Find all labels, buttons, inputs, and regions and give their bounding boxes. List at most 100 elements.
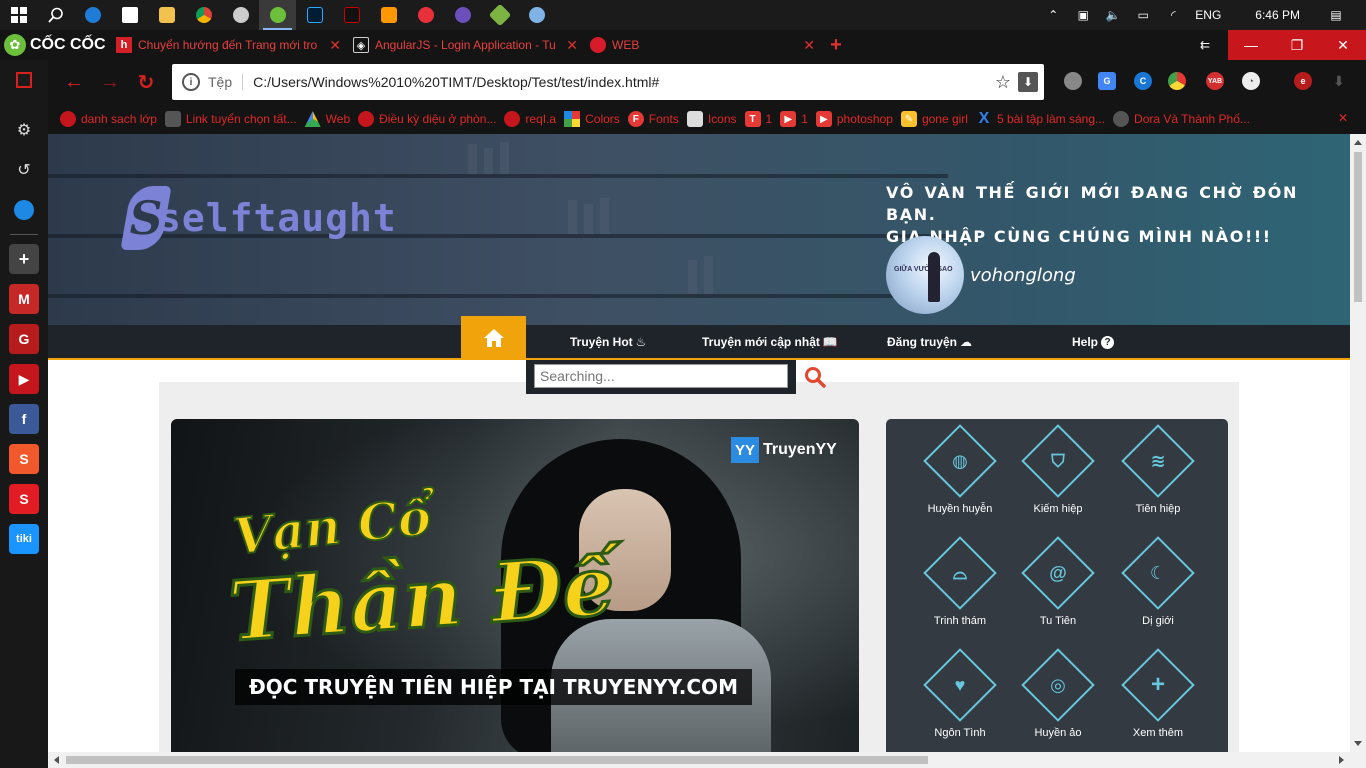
sidebar-toggle-icon[interactable] [0, 60, 48, 100]
genre-tien-hiep[interactable]: ≋ Tiên hiệp [1108, 419, 1208, 531]
bookmark-item[interactable]: danh sach lớp [60, 111, 157, 127]
url-text[interactable]: C:/Users/Windows%2010%20TIMT/Desktop/Tes… [253, 74, 988, 90]
reload-icon[interactable]: ↻ [128, 64, 164, 100]
chrome-icon[interactable] [185, 0, 222, 30]
notes-tray-icon[interactable]: ▣ [1075, 8, 1091, 22]
search-input[interactable] [534, 364, 788, 388]
back-arrow-icon[interactable]: ← [56, 64, 92, 100]
genre-kiem-hiep[interactable]: ⛉ Kiếm hiệp [1008, 419, 1108, 531]
bookmark-item[interactable]: ▶ 1 [780, 111, 808, 127]
add-shortcut-button[interactable]: + [0, 239, 48, 279]
game-icon[interactable] [333, 0, 370, 30]
scrollbar-thumb[interactable] [1354, 152, 1362, 302]
wifi-icon[interactable]: ◜ [1165, 8, 1181, 22]
download-icon[interactable]: ⬇ [1018, 72, 1038, 92]
translate-icon[interactable]: G [1098, 72, 1116, 90]
youtube-icon[interactable]: ▶ [0, 359, 48, 399]
download-arrow-icon[interactable]: ⬇ [1330, 72, 1348, 90]
bookmark-item[interactable]: reqI.a [504, 111, 556, 127]
genre-xem-them[interactable]: + Xem thêm [1108, 643, 1208, 752]
genre-trinh-tham[interactable]: ⌓ Trinh thám [910, 531, 1010, 643]
messenger-icon[interactable] [0, 190, 48, 230]
extension-gray-icon[interactable] [1064, 72, 1082, 90]
bookmark-item[interactable]: ✎ gone girl [900, 111, 968, 127]
scroll-right-arrow-icon[interactable] [1339, 756, 1344, 764]
maximize-button[interactable]: ❐ [1274, 30, 1320, 60]
coccoc-taskbar-icon[interactable] [259, 0, 296, 30]
extension-clock-icon[interactable]: ◔ [1242, 72, 1260, 90]
app-git-icon[interactable] [481, 0, 518, 30]
gmail-icon[interactable]: M [0, 279, 48, 319]
nav-truyen-moi-cap-nhat[interactable]: Truyện mới cập nhật 📖 [702, 335, 838, 349]
site-logo[interactable]: S selftaught [120, 186, 397, 250]
extension-colorful-icon[interactable] [1168, 72, 1186, 90]
scroll-left-arrow-icon[interactable] [54, 756, 59, 764]
bookmark-item[interactable]: T1 [744, 111, 772, 127]
genre-huyen-ao[interactable]: ◎ Huyền ảo [1008, 643, 1108, 752]
windows-start-icon[interactable] [0, 0, 37, 30]
genre-ngon-tinh[interactable]: ♥ Ngôn Tình [910, 643, 1010, 752]
address-bar[interactable]: i Tệp C:/Users/Windows%2010%20TIMT/Deskt… [172, 64, 1044, 100]
tiki-icon[interactable]: tiki [0, 519, 48, 559]
bookmark-item[interactable]: Web [304, 111, 350, 127]
edge-icon[interactable] [74, 0, 111, 30]
chevron-up-icon[interactable]: ⌃ [1045, 8, 1061, 22]
close-icon[interactable]: ✕ [1338, 111, 1348, 125]
minimize-button[interactable]: — [1228, 30, 1274, 60]
close-tab-icon[interactable]: ✕ [329, 37, 341, 54]
app-red-icon[interactable] [407, 0, 444, 30]
sublime-icon[interactable] [370, 0, 407, 30]
battery-icon[interactable]: ▭ [1135, 8, 1151, 22]
extension-c-icon[interactable]: C [1134, 72, 1152, 90]
scroll-down-arrow-icon[interactable] [1354, 741, 1362, 746]
facebook-icon[interactable]: f [0, 399, 48, 439]
close-tab-icon[interactable]: ✕ [566, 37, 578, 54]
language-indicator[interactable]: ENG [1195, 8, 1221, 22]
nav-help[interactable]: Help ? [1072, 335, 1115, 349]
tab-1[interactable]: h Chuyển hướng đến Trang mới tro ✕ [110, 30, 347, 60]
info-icon[interactable]: i [182, 73, 200, 91]
shopee-icon[interactable]: S [0, 439, 48, 479]
user-profile[interactable]: GIỮA VƯỜN SAO vohonglong [886, 236, 1076, 314]
app-purple-icon[interactable] [444, 0, 481, 30]
tab-list-icon[interactable]: ⇇ [1182, 30, 1228, 60]
tab-3[interactable]: WEB ✕ [584, 30, 821, 60]
bookmark-item[interactable]: Icons [686, 111, 737, 127]
scrollbar-thumb[interactable] [66, 756, 928, 764]
close-window-button[interactable]: ✕ [1320, 30, 1366, 60]
volume-icon[interactable]: 🔈 [1105, 8, 1121, 22]
home-button[interactable] [461, 316, 526, 360]
store-icon[interactable] [111, 0, 148, 30]
steam-icon[interactable] [222, 0, 259, 30]
history-icon[interactable]: ↺ [0, 150, 48, 190]
clock[interactable]: 6:46 PM [1255, 8, 1300, 22]
file-explorer-icon[interactable] [148, 0, 185, 30]
forward-arrow-icon[interactable]: → [92, 64, 128, 100]
nav-truyen-hot[interactable]: Truyện Hot ♨ [570, 335, 646, 349]
genre-di-gioi[interactable]: ☾ Dị giới [1108, 531, 1208, 643]
genre-huyen-huyen[interactable]: ◍ Huyền huyễn [910, 419, 1010, 531]
photoshop-icon[interactable] [296, 0, 333, 30]
extension-yab-icon[interactable]: YAB [1206, 72, 1224, 90]
vertical-scrollbar[interactable] [1350, 134, 1366, 752]
bookmark-star-icon[interactable]: ☆ [988, 72, 1018, 93]
new-tab-button[interactable]: + [821, 34, 851, 57]
genre-tu-tien[interactable]: @ Tu Tiên [1008, 531, 1108, 643]
bookmark-item[interactable]: ▶ photoshop [815, 111, 893, 127]
settings-gear-icon[interactable]: ⚙ [0, 110, 48, 150]
bookmark-item[interactable]: X5 bài tập làm sáng... [976, 110, 1105, 127]
close-tab-icon[interactable]: ✕ [803, 37, 815, 54]
search-icon[interactable] [37, 0, 74, 30]
bookmark-item[interactable]: Điều kỳ diệu ở phòn... [358, 111, 496, 127]
bookmark-item[interactable]: F Fonts [627, 111, 679, 127]
scroll-up-arrow-icon[interactable] [1354, 140, 1362, 145]
search-icon[interactable] [804, 366, 826, 388]
paint-icon[interactable] [518, 0, 555, 30]
action-center-icon[interactable]: ▤ [1328, 8, 1344, 22]
extension-red-e-icon[interactable]: e [1294, 72, 1312, 90]
google-icon[interactable]: G [0, 319, 48, 359]
avatar[interactable]: GIỮA VƯỜN SAO [886, 236, 964, 314]
sendo-icon[interactable]: S [0, 479, 48, 519]
featured-banner[interactable]: Vạn Cổ Thần Đế ĐỌC TRUYỆN TIÊN HIỆP TẠI … [171, 419, 859, 752]
coccoc-logo[interactable]: ✿ CỐC CỐC [0, 30, 110, 60]
